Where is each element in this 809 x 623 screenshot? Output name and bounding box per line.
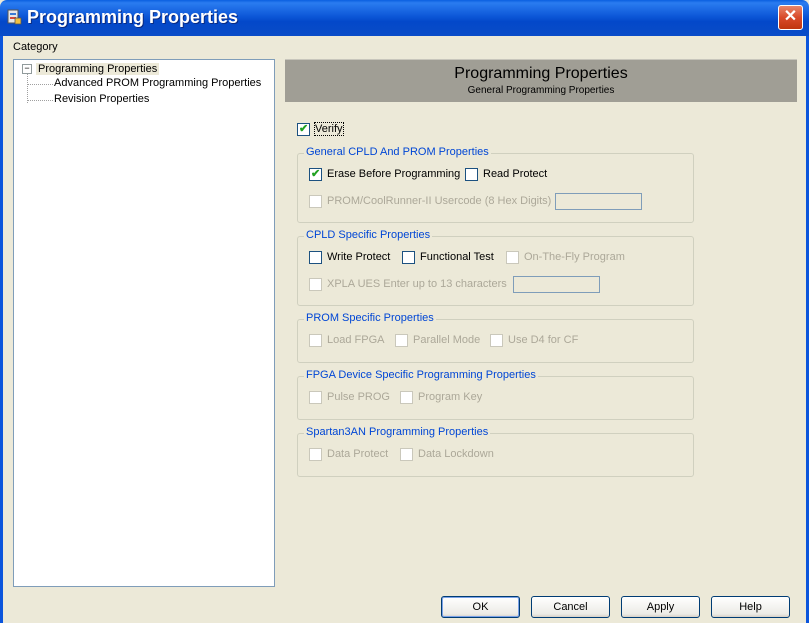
- erase-before-programming-label[interactable]: Erase Before Programming: [327, 168, 460, 180]
- group-general-cpld-prom: General CPLD And PROM Properties: [297, 146, 694, 223]
- program-key-label: Program Key: [418, 391, 483, 403]
- close-button[interactable]: ✕: [778, 5, 803, 30]
- cancel-button[interactable]: Cancel: [531, 596, 610, 618]
- usercode-label: PROM/CoolRunner-II Usercode (8 Hex Digit…: [327, 195, 552, 207]
- title-bar: Programming Properties ✕: [0, 0, 809, 36]
- functional-test-checkbox[interactable]: [402, 251, 415, 264]
- page-banner: Programming Properties General Programmi…: [285, 59, 797, 102]
- tree-connector: [27, 100, 53, 101]
- load-fpga-label: Load FPGA: [327, 334, 385, 346]
- group-title: PROM Specific Properties: [304, 312, 436, 324]
- group-title: FPGA Device Specific Programming Propert…: [304, 369, 538, 381]
- use-d4-label: Use D4 for CF: [508, 334, 579, 346]
- page-subtitle: General Programming Properties: [467, 85, 615, 96]
- page-title: Programming Properties: [454, 65, 628, 82]
- data-protect-label: Data Protect: [327, 448, 389, 460]
- verify-checkbox[interactable]: ✔: [297, 123, 310, 136]
- tree-connector: [27, 84, 53, 85]
- close-icon: ✕: [783, 8, 798, 25]
- apply-button[interactable]: Apply: [621, 596, 700, 618]
- tree-item-revision[interactable]: Revision Properties: [54, 93, 149, 105]
- verify-label[interactable]: Verify: [314, 122, 344, 136]
- tree-item-label[interactable]: Programming Properties: [36, 63, 160, 75]
- erase-before-programming-checkbox[interactable]: ✔: [309, 168, 322, 181]
- category-tree[interactable]: − Programming Properties Advanced PROM P…: [13, 59, 275, 587]
- functional-test-label[interactable]: Functional Test: [420, 251, 494, 263]
- xpla-ues-label: XPLA UES Enter up to 13 characters: [327, 278, 507, 290]
- read-protect-checkbox[interactable]: [465, 168, 478, 181]
- group-title: CPLD Specific Properties: [304, 229, 433, 241]
- on-the-fly-checkbox[interactable]: [506, 251, 519, 264]
- check-icon: ✔: [311, 168, 321, 180]
- ok-button[interactable]: OK: [441, 596, 520, 618]
- group-cpld-specific: CPLD Specific Properties: [297, 229, 694, 306]
- tree-connector: [27, 73, 28, 103]
- parallel-mode-label: Parallel Mode: [413, 334, 481, 346]
- xpla-ues-checkbox[interactable]: [309, 278, 322, 291]
- usercode-checkbox[interactable]: [309, 195, 322, 208]
- data-protect-checkbox[interactable]: [309, 448, 322, 461]
- on-the-fly-label: On-The-Fly Program: [524, 251, 625, 263]
- collapse-icon[interactable]: −: [22, 64, 32, 74]
- write-protect-checkbox[interactable]: [309, 251, 322, 264]
- parallel-mode-checkbox[interactable]: [395, 334, 408, 347]
- data-lockdown-label: Data Lockdown: [418, 448, 494, 460]
- data-lockdown-checkbox[interactable]: [400, 448, 413, 461]
- load-fpga-checkbox[interactable]: [309, 334, 322, 347]
- group-title: Spartan3AN Programming Properties: [304, 426, 491, 438]
- tree-item-programming-properties[interactable]: − Programming Properties: [22, 63, 160, 75]
- check-icon: ✔: [299, 123, 309, 135]
- app-icon: [6, 9, 22, 25]
- xpla-ues-input[interactable]: [513, 276, 600, 293]
- tree-item-advanced-prom[interactable]: Advanced PROM Programming Properties: [54, 77, 261, 89]
- window-title: Programming Properties: [27, 7, 239, 27]
- help-button[interactable]: Help: [711, 596, 790, 618]
- program-key-checkbox[interactable]: [400, 391, 413, 404]
- use-d4-checkbox[interactable]: [490, 334, 503, 347]
- pulse-prog-checkbox[interactable]: [309, 391, 322, 404]
- category-label: Category: [13, 41, 58, 53]
- pulse-prog-label: Pulse PROG: [327, 391, 390, 403]
- usercode-input[interactable]: [555, 193, 642, 210]
- write-protect-label[interactable]: Write Protect: [327, 251, 390, 263]
- group-title: General CPLD And PROM Properties: [304, 146, 491, 158]
- read-protect-label[interactable]: Read Protect: [483, 168, 547, 180]
